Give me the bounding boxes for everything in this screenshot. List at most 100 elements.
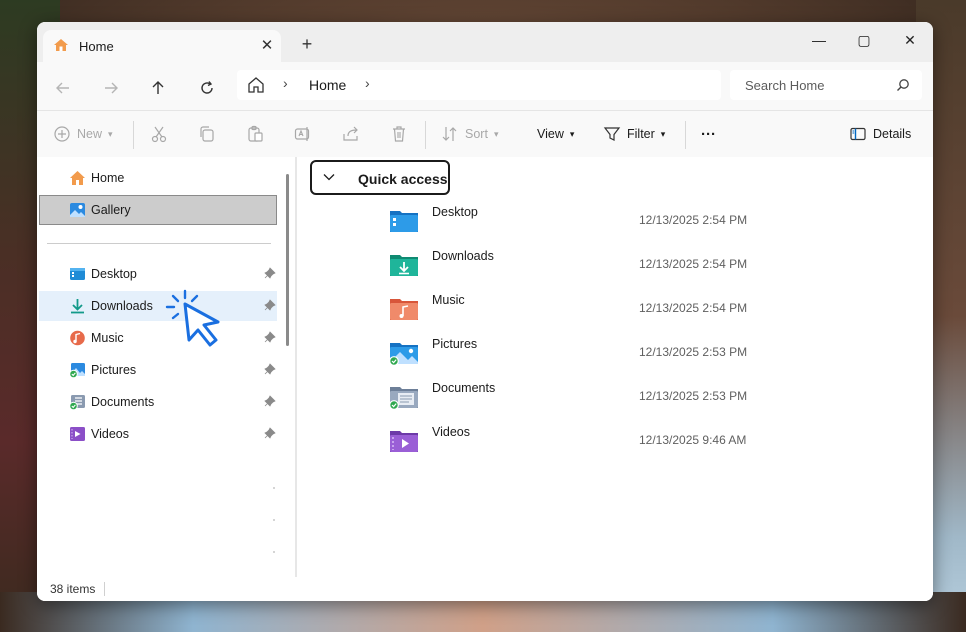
status-divider [104, 582, 105, 596]
item-name: Desktop [432, 205, 478, 219]
new-tab-button[interactable]: + [295, 32, 319, 56]
toolbar-divider [425, 121, 426, 149]
quick-access-group-header[interactable]: Quick access [310, 160, 450, 195]
view-button[interactable]: View ▾ [537, 123, 574, 145]
refresh-button[interactable] [193, 74, 221, 102]
share-button[interactable] [342, 123, 360, 145]
music-folder-icon [390, 299, 418, 320]
rename-button[interactable] [294, 123, 312, 145]
home-outline-icon[interactable] [247, 76, 265, 94]
sidebar-item-label: Gallery [91, 203, 131, 217]
chevron-down-icon: ▾ [660, 128, 666, 139]
collapsed-node-dot [273, 487, 275, 489]
pictures-folder-icon [389, 343, 418, 366]
chevron-right-icon[interactable]: › [283, 75, 288, 91]
toolbar-divider [133, 121, 134, 149]
nav-scrollbar[interactable] [286, 174, 289, 346]
sidebar-item-documents[interactable]: Documents [39, 387, 277, 417]
pin-icon[interactable] [264, 267, 276, 279]
scissors-icon [151, 126, 167, 143]
pin-icon[interactable] [264, 299, 276, 311]
up-button[interactable] [144, 74, 172, 102]
chevron-down-icon: ▾ [493, 128, 499, 139]
click-cursor-icon [165, 289, 220, 347]
documents-folder-icon [69, 395, 85, 410]
sidebar-item-downloads[interactable]: Downloads [39, 291, 277, 321]
item-date: 12/13/2025 2:54 PM [639, 213, 748, 227]
details-button[interactable]: Details [849, 123, 911, 145]
item-name: Music [432, 293, 465, 307]
sidebar-item-videos[interactable]: Videos [39, 419, 277, 449]
list-item[interactable]: Videos 12/13/2025 9:46 AM [387, 421, 787, 461]
sidebar-item-desktop[interactable]: Desktop [39, 259, 277, 289]
close-window-button[interactable]: ✕ [887, 26, 933, 54]
sidebar-item-gallery[interactable]: Gallery [39, 195, 277, 225]
sidebar-item-label: Home [91, 171, 125, 185]
rename-icon [294, 127, 310, 141]
paste-button[interactable] [246, 123, 264, 145]
item-name: Pictures [432, 337, 478, 351]
search-box[interactable]: Search Home [730, 70, 922, 100]
sidebar-item-music[interactable]: Music [39, 323, 277, 353]
item-date: 12/13/2025 2:54 PM [639, 257, 748, 271]
refresh-icon [201, 81, 213, 94]
sidebar-item-home[interactable]: Home [39, 163, 277, 193]
toolbar-divider [685, 121, 686, 149]
back-button[interactable] [49, 74, 77, 102]
pin-icon[interactable] [264, 427, 276, 439]
downloads-folder-icon [71, 299, 84, 314]
copy-icon [200, 126, 214, 142]
pin-icon[interactable] [264, 331, 276, 343]
navigation-pane: Home Gallery Desktop Downloads Music Pic… [37, 157, 295, 585]
home-icon [70, 171, 85, 185]
videos-folder-icon [70, 427, 85, 441]
cut-button[interactable] [150, 123, 168, 145]
downloads-folder-icon [390, 255, 418, 276]
sort-button[interactable]: Sort ▾ [441, 123, 498, 145]
item-name: Videos [432, 425, 470, 439]
item-count: 38 items [50, 582, 96, 596]
forward-button[interactable] [97, 74, 125, 102]
maximize-button[interactable]: ▢ [841, 26, 887, 54]
new-label: New [77, 127, 103, 141]
arrow-right-icon [105, 82, 118, 94]
search-icon [897, 79, 909, 91]
title-bar: Home ✕ + — ▢ ✕ [37, 22, 933, 62]
list-item[interactable]: Pictures 12/13/2025 2:53 PM [387, 333, 787, 373]
tab-home[interactable]: Home ✕ [43, 30, 281, 62]
delete-button[interactable] [390, 123, 408, 145]
list-item[interactable]: Desktop 12/13/2025 2:54 PM [387, 201, 787, 241]
list-item[interactable]: Downloads 12/13/2025 2:54 PM [387, 245, 787, 285]
search-input[interactable]: Search Home [745, 78, 824, 93]
nav-divider [47, 243, 271, 244]
sidebar-item-pictures[interactable]: Pictures [39, 355, 277, 385]
quick-access-title: Quick access [358, 171, 448, 187]
more-options-button[interactable]: ··· [701, 123, 716, 145]
documents-folder-icon [389, 387, 418, 410]
status-bar: 38 items [37, 577, 933, 601]
list-item[interactable]: Music 12/13/2025 2:54 PM [387, 289, 787, 329]
filter-button[interactable]: Filter ▾ [603, 123, 665, 145]
close-icon[interactable]: ✕ [255, 34, 279, 58]
collapsed-node-dot [273, 551, 275, 553]
pin-icon[interactable] [264, 395, 276, 407]
breadcrumb-home[interactable]: Home [309, 77, 346, 93]
pin-icon[interactable] [264, 363, 276, 375]
item-name: Documents [432, 381, 496, 395]
new-button[interactable]: New ▾ [53, 123, 113, 145]
content-pane: Quick access Desktop 12/13/2025 2:54 PM … [297, 157, 933, 577]
command-bar: New ▾ Sort ▾ View ▾ Filter ▾ ··· Details [37, 110, 933, 158]
minimize-button[interactable]: — [796, 26, 842, 54]
item-date: 12/13/2025 2:54 PM [639, 301, 748, 315]
share-icon [343, 126, 358, 141]
filter-label: Filter [627, 127, 655, 141]
view-label: View [537, 127, 564, 141]
breadcrumb[interactable]: › Home › [237, 70, 721, 100]
copy-button[interactable] [198, 123, 216, 145]
pictures-folder-icon [69, 363, 85, 378]
chevron-down-icon: ▾ [108, 128, 113, 139]
list-item[interactable]: Documents 12/13/2025 2:53 PM [387, 377, 787, 417]
address-bar-row: › Home › Search Home [37, 62, 933, 110]
sidebar-item-label: Videos [91, 427, 129, 441]
chevron-right-icon[interactable]: › [365, 75, 370, 91]
